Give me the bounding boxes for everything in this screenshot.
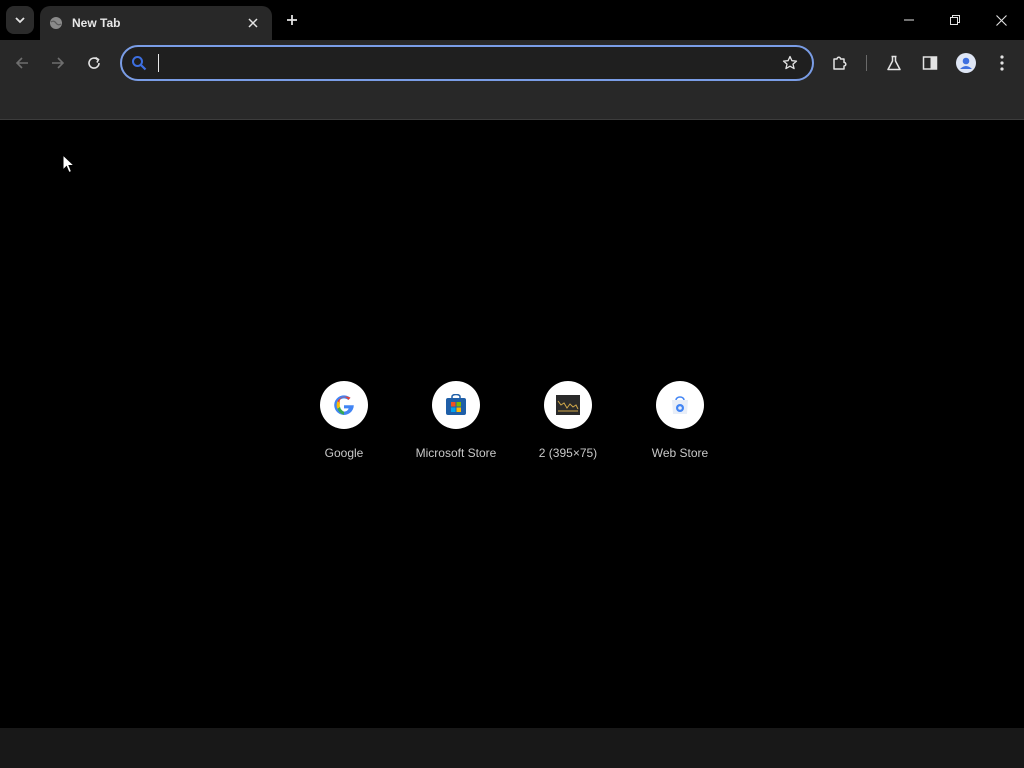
shortcut-google[interactable]: Google <box>288 381 400 471</box>
mouse-cursor-icon <box>62 154 76 174</box>
shortcut-label: Web Store <box>651 446 709 460</box>
shortcut-image-2[interactable]: 2 (395×75) <box>512 381 624 471</box>
reload-icon <box>88 56 100 69</box>
profile-button[interactable] <box>954 51 978 75</box>
shortcut-label: Microsoft Store <box>415 446 497 460</box>
avatar-icon <box>956 53 976 73</box>
bookmark-star-icon[interactable] <box>780 53 800 73</box>
restore-button[interactable] <box>932 0 978 40</box>
tab-close-icon[interactable] <box>244 14 262 32</box>
bottom-strip <box>0 728 1024 768</box>
close-window-button[interactable] <box>978 0 1024 40</box>
arrow-left-icon <box>15 57 28 69</box>
microsoft-store-icon <box>432 381 480 429</box>
minimize-button[interactable] <box>886 0 932 40</box>
side-panel-button[interactable] <box>918 51 942 75</box>
address-input[interactable] <box>156 51 766 75</box>
address-bar[interactable] <box>120 45 814 81</box>
tab-search-button[interactable] <box>6 6 34 34</box>
extensions-button[interactable] <box>828 51 852 75</box>
web-store-icon <box>656 381 704 429</box>
globe-icon <box>48 15 64 31</box>
plus-icon <box>287 15 297 25</box>
labs-button[interactable] <box>882 51 906 75</box>
side-panel-icon <box>922 56 938 70</box>
shortcut-label: Google <box>324 446 364 460</box>
search-icon <box>129 53 149 73</box>
tab-new-tab[interactable]: New Tab <box>40 6 272 40</box>
chevron-down-icon <box>15 17 25 24</box>
back-button[interactable] <box>8 49 36 77</box>
tab-strip: New Tab <box>0 0 1024 40</box>
shortcut-label: 2 (395×75) <box>538 446 598 460</box>
toolbar-divider <box>866 55 867 71</box>
text-caret <box>158 54 159 72</box>
forward-button[interactable] <box>44 49 72 77</box>
google-logo-icon <box>320 381 368 429</box>
kebab-menu-icon <box>1000 55 1004 71</box>
menu-button[interactable] <box>990 51 1014 75</box>
puzzle-icon <box>833 56 847 70</box>
shortcuts-grid: Google Microsoft Store 2 (395×75) Web St… <box>288 381 736 471</box>
shortcut-microsoft-store[interactable]: Microsoft Store <box>400 381 512 471</box>
close-icon <box>995 14 1007 26</box>
new-tab-button[interactable] <box>280 8 304 32</box>
minimize-icon <box>904 19 914 21</box>
toolbar <box>0 40 1024 86</box>
arrow-right-icon <box>52 57 65 69</box>
tab-title: New Tab <box>72 16 121 30</box>
bookmarks-bar <box>0 86 1024 120</box>
restore-icon <box>950 15 960 25</box>
shortcut-web-store[interactable]: Web Store <box>624 381 736 471</box>
reload-button[interactable] <box>80 49 108 77</box>
flask-icon <box>887 55 901 71</box>
image-thumbnail-icon <box>544 381 592 429</box>
